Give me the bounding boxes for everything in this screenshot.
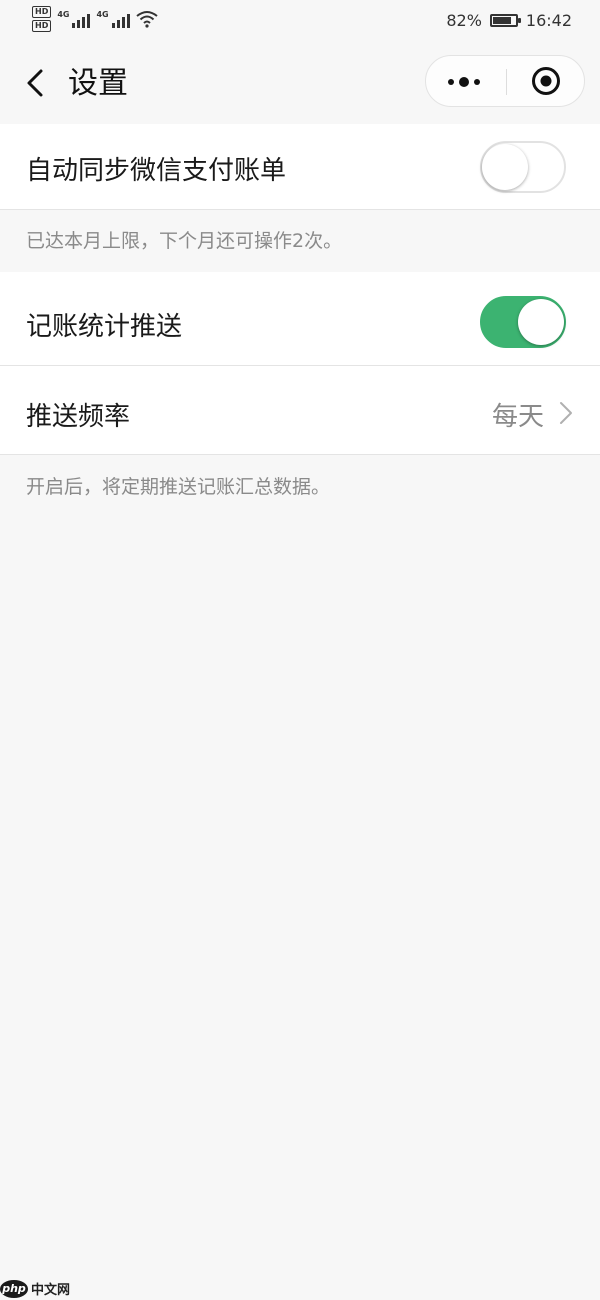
back-button[interactable]: [20, 66, 54, 100]
network-2-label: 4G: [96, 10, 109, 19]
wifi-icon: [136, 11, 158, 28]
status-bar: HD HD 4G 4G 82% 16:42: [0, 0, 600, 44]
signal-1-icon: 4G: [57, 10, 91, 28]
toggle-knob: [518, 299, 564, 345]
toggle-knob: [482, 144, 528, 190]
sim1-hd-badge: HD: [32, 6, 52, 18]
stats-push-label: 记账统计推送: [26, 312, 183, 342]
setting-row-push-frequency[interactable]: 推送频率 每天: [0, 366, 600, 454]
clock: 16:42: [525, 11, 572, 30]
more-dots-icon: [448, 77, 480, 87]
setting-row-sync-wechat-pay: 自动同步微信支付账单: [0, 124, 600, 210]
network-1-label: 4G: [57, 10, 70, 19]
page-title: 设置: [68, 66, 128, 101]
row-divider: [0, 454, 600, 455]
sync-wechat-pay-toggle[interactable]: [480, 141, 566, 193]
miniprogram-capsule: [425, 55, 585, 107]
watermark: php 中文网: [0, 1279, 70, 1298]
close-miniprogram-button[interactable]: [507, 56, 585, 106]
status-right: 82% 16:42: [446, 11, 572, 30]
setting-row-stats-push: 记账统计推送: [0, 272, 600, 366]
push-frequency-label: 推送频率: [26, 402, 131, 432]
sync-limit-note: 已达本月上限，下个月还可操作2次。: [26, 230, 343, 252]
battery-percent: 82%: [446, 11, 482, 30]
signal-2-icon: 4G: [96, 10, 130, 28]
chevron-left-icon: [27, 69, 43, 97]
watermark-logo: php: [0, 1279, 28, 1298]
sync-wechat-pay-label: 自动同步微信支付账单: [26, 156, 287, 186]
battery-icon: [489, 14, 521, 27]
sim-badges: HD HD: [32, 6, 52, 32]
more-button[interactable]: [426, 56, 506, 106]
watermark-site-text: 中文网: [31, 1283, 71, 1298]
push-frequency-value: 每天: [492, 402, 545, 432]
status-left: HD HD 4G 4G: [32, 6, 158, 32]
stats-push-toggle[interactable]: [480, 296, 566, 348]
chevron-right-icon: [560, 402, 572, 424]
row-divider: [0, 209, 600, 210]
push-info-note: 开启后，将定期推送记账汇总数据。: [26, 476, 331, 498]
target-circle-icon: [532, 67, 560, 95]
sim2-hd-badge: HD: [32, 20, 52, 32]
nav-bar: 设置: [0, 44, 600, 122]
